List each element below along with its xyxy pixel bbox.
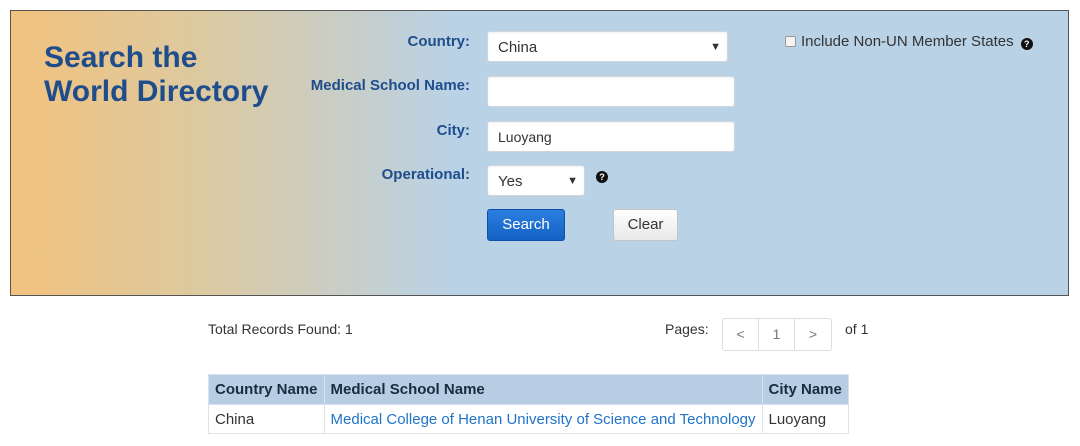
total-records: Total Records Found: 1 bbox=[208, 321, 353, 337]
column-city-name[interactable]: City Name bbox=[761, 374, 849, 405]
cell-city: Luoyang bbox=[761, 404, 849, 434]
table-header-row: Country Name Medical School Name City Na… bbox=[208, 374, 849, 405]
non-un-checkbox[interactable] bbox=[785, 35, 796, 47]
table-row: China Medical College of Henan Universit… bbox=[208, 404, 849, 434]
operational-label: Operational: bbox=[381, 166, 470, 183]
school-link[interactable]: Medical College of Henan University of S… bbox=[331, 411, 756, 428]
next-page-button[interactable]: > bbox=[795, 319, 831, 350]
cell-school: Medical College of Henan University of S… bbox=[323, 404, 763, 434]
non-un-label: Include Non-UN Member States bbox=[801, 33, 1014, 50]
results-table: Country Name Medical School Name City Na… bbox=[208, 374, 849, 434]
current-page[interactable]: 1 bbox=[759, 319, 795, 350]
chevron-down-icon: ▼ bbox=[710, 41, 721, 53]
clear-button[interactable]: Clear bbox=[613, 209, 678, 241]
page-count: of 1 bbox=[845, 321, 869, 337]
page-title: Search the World Directory bbox=[44, 41, 269, 109]
column-country-name[interactable]: Country Name bbox=[208, 374, 325, 405]
operational-select[interactable]: Yes ▼ bbox=[487, 165, 585, 196]
country-select-value: China bbox=[498, 39, 538, 56]
city-label: City: bbox=[436, 122, 470, 139]
non-un-option: Include Non-UN Member States ? bbox=[785, 33, 1033, 50]
help-icon[interactable]: ? bbox=[596, 171, 608, 183]
operational-select-value: Yes bbox=[498, 173, 523, 190]
prev-page-button[interactable]: < bbox=[723, 319, 759, 350]
search-button[interactable]: Search bbox=[487, 209, 565, 241]
cell-country: China bbox=[208, 404, 325, 434]
country-select[interactable]: China ▼ bbox=[487, 31, 728, 62]
help-icon[interactable]: ? bbox=[1020, 38, 1033, 50]
search-panel: Search the World Directory Country: Chin… bbox=[10, 10, 1069, 296]
chevron-down-icon: ▼ bbox=[567, 175, 578, 187]
city-input[interactable]: Luoyang bbox=[487, 121, 735, 152]
column-medical-school-name[interactable]: Medical School Name bbox=[323, 374, 763, 405]
pagination: < 1 > bbox=[722, 318, 832, 351]
school-name-input[interactable] bbox=[487, 76, 735, 107]
school-name-label: Medical School Name: bbox=[310, 77, 470, 94]
country-label: Country: bbox=[407, 33, 471, 50]
pages-label: Pages: bbox=[665, 321, 709, 337]
